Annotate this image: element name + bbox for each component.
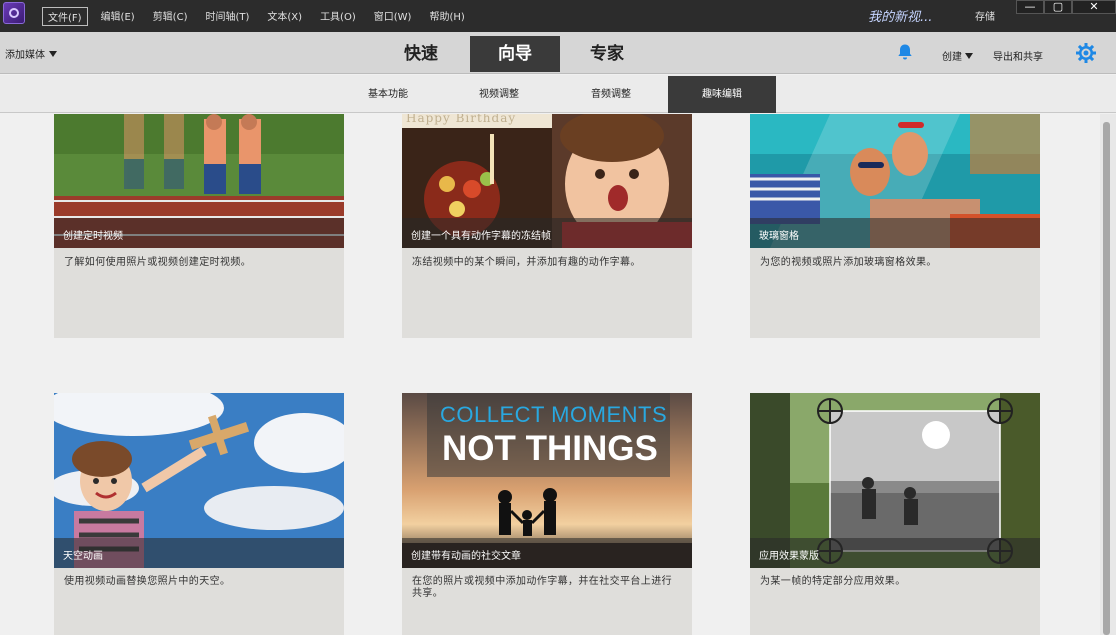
card-title: 应用效果蒙版	[759, 551, 819, 562]
card-description: 在您的照片或视频中添加动作字幕，并在社交平台上进行共享。	[412, 576, 672, 599]
menu-clip[interactable]: 剪辑(C)	[148, 7, 193, 26]
guided-edits-grid: 创建定时视频 了解如何使用照片或视频创建定时视频。 Happy Birthday…	[0, 114, 1100, 635]
mode-tab-guided[interactable]: 向导	[470, 36, 560, 72]
create-label: 创建	[942, 52, 962, 63]
menu-file[interactable]: 文件(F)	[42, 7, 88, 26]
guided-card-social-post[interactable]: COLLECT MOMENTS NOT THINGS 创建带有动画的社交文章 在…	[402, 393, 692, 635]
scrollbar-thumb[interactable]	[1103, 122, 1110, 635]
card-title: 创建定时视频	[63, 231, 123, 242]
sub-tab-bar: 基本功能 视频调整 音频调整 趣味编辑	[0, 75, 1116, 113]
menu-bar: 文件(F) 编辑(E) 剪辑(C) 时间轴(T) 文本(X) 工具(O) 窗口(…	[42, 7, 478, 26]
export-share-button[interactable]: 导出和共享	[993, 48, 1043, 63]
card-description: 了解如何使用照片或视频创建定时视频。	[64, 257, 252, 268]
card-description: 使用视频动画替换您照片中的天空。	[64, 576, 231, 587]
tab-basics[interactable]: 基本功能	[334, 76, 442, 113]
tab-audio-adjustments[interactable]: 音频调整	[557, 76, 665, 113]
card-title: 创建一个具有动作字幕的冻结帧	[411, 231, 551, 242]
guided-card-effect-mask[interactable]: 应用效果蒙版 为某一帧的特定部分应用效果。	[750, 393, 1040, 635]
mode-tab-quick[interactable]: 快速	[376, 36, 466, 72]
tab-fun-edits[interactable]: 趣味编辑	[668, 76, 776, 113]
chevron-down-icon	[49, 51, 57, 57]
tab-video-adjustments[interactable]: 视频调整	[445, 76, 553, 113]
card-description: 为某一帧的特定部分应用效果。	[760, 576, 906, 587]
maximize-button[interactable]: ▢	[1044, 0, 1072, 14]
image-text: Happy Birthday	[406, 114, 517, 125]
chevron-down-icon	[965, 53, 973, 59]
card-description: 冻结视频中的某个瞬间，并添加有趣的动作字幕。	[412, 257, 641, 268]
menu-text[interactable]: 文本(X)	[262, 7, 307, 26]
card-title: 创建带有动画的社交文章	[411, 551, 521, 562]
title-bar: 文件(F) 编辑(E) 剪辑(C) 时间轴(T) 文本(X) 工具(O) 窗口(…	[0, 0, 1116, 32]
card-description: 为您的视频或照片添加玻璃窗格效果。	[760, 257, 937, 268]
guided-card-time-lapse[interactable]: 创建定时视频 了解如何使用照片或视频创建定时视频。	[54, 114, 344, 338]
minimize-button[interactable]: —	[1016, 0, 1044, 14]
card-title: 玻璃窗格	[759, 231, 799, 242]
guided-card-sky-animation[interactable]: 天空动画 使用视频动画替换您照片中的天空。	[54, 393, 344, 635]
add-media-button[interactable]: 添加媒体	[5, 46, 57, 61]
menu-tools[interactable]: 工具(O)	[315, 7, 361, 26]
create-button[interactable]: 创建	[942, 48, 973, 63]
mode-tab-expert[interactable]: 专家	[562, 36, 652, 72]
bell-icon[interactable]	[896, 43, 914, 61]
menu-edit[interactable]: 编辑(E)	[96, 7, 140, 26]
image-headline-bottom: NOT THINGS	[442, 429, 658, 468]
add-media-label: 添加媒体	[5, 50, 45, 61]
image-headline-top: COLLECT MOMENTS	[440, 402, 668, 427]
close-button[interactable]: ✕	[1072, 0, 1116, 14]
guided-card-freeze-frame[interactable]: Happy Birthday 创建一个具有动作字幕的冻结帧 冻结视频中的某个瞬间…	[402, 114, 692, 338]
mode-bar: 添加媒体 快速 向导 专家 创建 导出和共享	[0, 32, 1116, 74]
gear-icon[interactable]	[1075, 42, 1097, 64]
card-title: 天空动画	[63, 551, 103, 562]
project-title: 我的新视...	[868, 10, 933, 25]
menu-window[interactable]: 窗口(W)	[369, 7, 417, 26]
menu-help[interactable]: 帮助(H)	[424, 7, 469, 26]
app-icon[interactable]	[3, 2, 25, 24]
guided-card-glass-pane[interactable]: 玻璃窗格 为您的视频或照片添加玻璃窗格效果。	[750, 114, 1040, 338]
menu-timeline[interactable]: 时间轴(T)	[200, 7, 254, 26]
save-button[interactable]: 存储	[975, 8, 995, 23]
